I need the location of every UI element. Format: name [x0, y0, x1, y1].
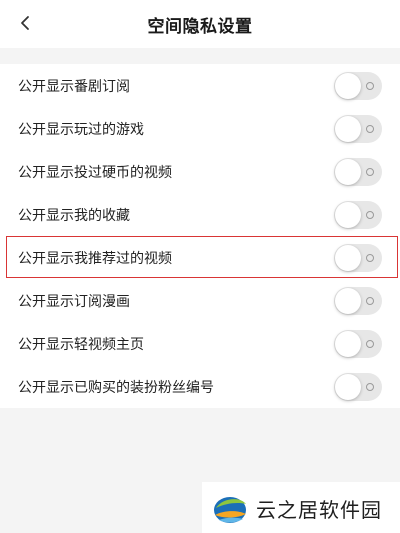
setting-label: 公开显示轻视频主页: [18, 336, 144, 353]
off-indicator-icon: [366, 210, 374, 219]
toggle-switch[interactable]: [334, 286, 382, 315]
toggle-switch[interactable]: [334, 71, 382, 100]
setting-label: 公开显示我推荐过的视频: [18, 250, 172, 267]
toggle-switch[interactable]: [334, 114, 382, 143]
off-indicator-icon: [366, 253, 374, 262]
page-title: 空间隐私设置: [147, 16, 253, 37]
privacy-settings-list: 公开显示番剧订阅 公开显示玩过的游戏 公开显示投过硬币的视频 公开显示我的收藏 …: [0, 64, 400, 408]
setting-row-bangumi-subscription: 公开显示番剧订阅: [0, 64, 400, 107]
setting-row-manga-subscription: 公开显示订阅漫画: [0, 279, 400, 322]
toggle-knob: [335, 72, 361, 99]
setting-row-favorites: 公开显示我的收藏: [0, 193, 400, 236]
toggle-knob: [335, 287, 361, 314]
setting-row-light-video-home: 公开显示轻视频主页: [0, 322, 400, 365]
toggle-switch[interactable]: [334, 329, 382, 358]
setting-label: 公开显示订阅漫画: [18, 293, 130, 310]
back-button[interactable]: [14, 12, 36, 34]
toggle-knob: [335, 330, 361, 357]
off-indicator-icon: [366, 382, 374, 391]
setting-label: 公开显示我的收藏: [18, 207, 130, 224]
off-indicator-icon: [366, 124, 374, 133]
off-indicator-icon: [366, 296, 374, 305]
off-indicator-icon: [366, 81, 374, 90]
toggle-switch[interactable]: [334, 243, 382, 272]
setting-row-played-games: 公开显示玩过的游戏: [0, 107, 400, 150]
setting-row-coined-videos: 公开显示投过硬币的视频: [0, 150, 400, 193]
off-indicator-icon: [366, 167, 374, 176]
setting-label: 公开显示投过硬币的视频: [18, 164, 172, 181]
toggle-knob: [335, 244, 361, 271]
off-indicator-icon: [366, 339, 374, 348]
top-bar: 空间隐私设置: [0, 0, 400, 48]
toggle-knob: [335, 201, 361, 228]
setting-label: 公开显示已购买的装扮粉丝编号: [18, 379, 214, 396]
watermark: 云之居软件园: [202, 482, 400, 533]
setting-row-recommended-videos: 公开显示我推荐过的视频: [0, 236, 400, 279]
toggle-knob: [335, 373, 361, 400]
toggle-switch[interactable]: [334, 200, 382, 229]
site-logo-icon: [214, 497, 246, 523]
toggle-switch[interactable]: [334, 372, 382, 401]
setting-row-fan-number: 公开显示已购买的装扮粉丝编号: [0, 365, 400, 408]
chevron-left-icon: [21, 16, 29, 30]
toggle-knob: [335, 115, 361, 142]
setting-label: 公开显示番剧订阅: [18, 78, 130, 95]
toggle-switch[interactable]: [334, 157, 382, 186]
setting-label: 公开显示玩过的游戏: [18, 121, 144, 138]
watermark-text: 云之居软件园: [256, 498, 382, 522]
toggle-knob: [335, 158, 361, 185]
